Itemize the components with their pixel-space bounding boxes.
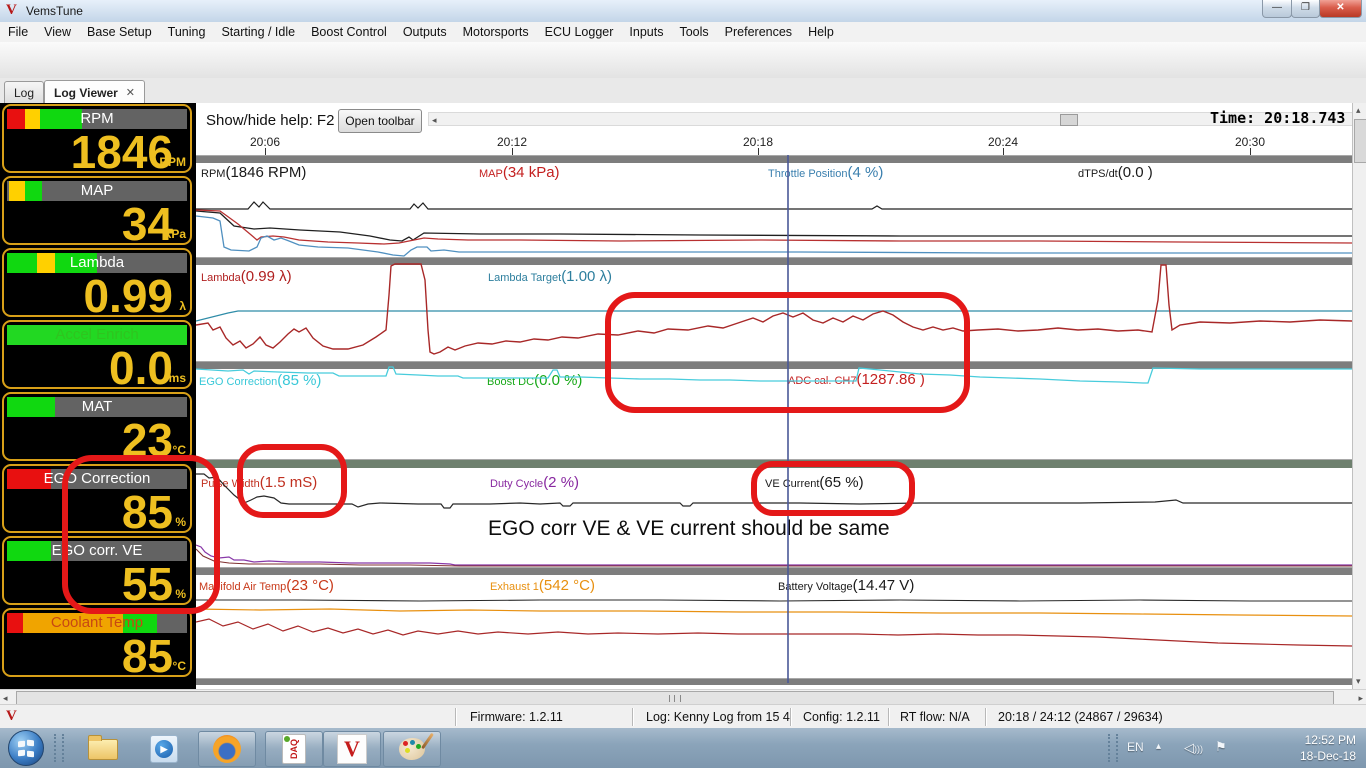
restore-button[interactable]: ❐ bbox=[1291, 0, 1320, 18]
taskbar: ▶ DAQ V EN ▴ ◁))) ⚑ 12:52 PM 18-Dec-18 bbox=[0, 728, 1366, 768]
red-annotation-gauges bbox=[62, 455, 220, 614]
menu-boost-control[interactable]: Boost Control bbox=[303, 25, 395, 39]
paint-icon bbox=[399, 732, 434, 760]
cursor-time-readout: Time: 20:18.743 bbox=[1210, 109, 1346, 127]
menu-bar: File View Base Setup Tuning Starting / I… bbox=[0, 22, 1366, 43]
title-bar: V VemsTune — ❐ ✕ bbox=[0, 0, 1366, 23]
gauge-rpm[interactable]: RPM 1846 RPM bbox=[2, 104, 192, 175]
red-annotation-adc bbox=[605, 292, 970, 413]
time-tick: 20:18 bbox=[742, 135, 774, 149]
minimize-button[interactable]: — bbox=[1262, 0, 1292, 18]
chart-horizontal-scrollbar[interactable]: ◂ ▸ bbox=[0, 689, 1366, 705]
clock-time: 12:52 PM bbox=[1304, 733, 1356, 747]
menu-help[interactable]: Help bbox=[800, 25, 842, 39]
time-tick: 20:24 bbox=[987, 135, 1019, 149]
slider-left-icon[interactable]: ◂ bbox=[432, 115, 437, 126]
taskbar-clock[interactable]: 12:52 PM 18-Dec-18 bbox=[1300, 732, 1356, 764]
gauge-map[interactable]: MAP 34 kPa bbox=[2, 176, 192, 247]
firefox-taskbar-button[interactable] bbox=[198, 731, 256, 767]
vemstune-window: V VemsTune — ❐ ✕ File View Base Setup Tu… bbox=[0, 0, 1366, 768]
menu-base-setup[interactable]: Base Setup bbox=[79, 25, 160, 39]
status-bar: V Firmware: 1.2.11 Log: Kenny Log from 1… bbox=[0, 704, 1366, 729]
tab-log-viewer[interactable]: Log Viewer ✕ bbox=[44, 80, 146, 104]
toolbar: ⟳ ⟳ ♨ VE 3D IGN 2D LA 2D ADC ALL ADC CUS… bbox=[0, 42, 1366, 115]
tab-log[interactable]: Log bbox=[4, 81, 45, 103]
trace-exhaust bbox=[196, 608, 1352, 617]
taskbar-grip[interactable] bbox=[54, 734, 64, 762]
menu-ecu-logger[interactable]: ECU Logger bbox=[537, 25, 622, 39]
red-annotation-ve-current bbox=[751, 461, 915, 516]
menu-starting-idle[interactable]: Starting / Idle bbox=[213, 25, 303, 39]
open-toolbar-button[interactable]: Open toolbar bbox=[338, 109, 422, 133]
media-player-icon[interactable]: ▶ bbox=[150, 735, 178, 763]
trace-dtps bbox=[196, 201, 1352, 210]
menu-file[interactable]: File bbox=[0, 25, 36, 39]
trace-duty-cycle bbox=[196, 544, 1352, 566]
hscroll-thumb[interactable] bbox=[16, 691, 1334, 705]
daq-icon: DAQ bbox=[282, 734, 306, 764]
trace-mat bbox=[196, 618, 1352, 647]
menu-inputs[interactable]: Inputs bbox=[621, 25, 671, 39]
trace-map bbox=[196, 209, 1352, 245]
time-tick: 20:30 bbox=[1234, 135, 1266, 149]
scroll-down-icon[interactable]: ▾ bbox=[1356, 676, 1361, 687]
daq-taskbar-button[interactable]: DAQ bbox=[265, 731, 323, 767]
chart-vertical-scrollbar[interactable]: ▴ ▾ bbox=[1352, 103, 1366, 689]
time-tick: 20:06 bbox=[249, 135, 281, 149]
status-log-name: Log: Kenny Log from 15 4 bbox=[646, 710, 790, 724]
status-firmware: Firmware: 1.2.11 bbox=[470, 710, 563, 724]
gauge-accel-enrich[interactable]: Accel Enrich 0.0 ms bbox=[2, 320, 192, 391]
tab-close-icon[interactable]: ✕ bbox=[126, 86, 135, 99]
menu-view[interactable]: View bbox=[36, 25, 79, 39]
gauge-coolant-temp[interactable]: Coolant Temp 85 °C bbox=[2, 608, 192, 679]
scroll-left-icon[interactable]: ◂ bbox=[3, 693, 8, 704]
log-traces bbox=[196, 155, 1352, 683]
tab-bar: Log Log Viewer ✕ bbox=[0, 78, 1366, 104]
menu-tools[interactable]: Tools bbox=[671, 25, 716, 39]
start-button[interactable] bbox=[8, 730, 44, 766]
language-indicator[interactable]: EN bbox=[1127, 740, 1144, 754]
trace-rpm bbox=[196, 210, 1352, 242]
menu-motorsports[interactable]: Motorsports bbox=[455, 25, 537, 39]
vemstune-logo-icon: V bbox=[6, 2, 17, 18]
explorer-icon[interactable] bbox=[88, 735, 118, 760]
trace-battery bbox=[196, 599, 1352, 602]
gauge-lambda[interactable]: Lambda 0.99 λ bbox=[2, 248, 192, 319]
action-center-flag-icon[interactable]: ⚑ bbox=[1215, 739, 1227, 755]
time-slider-thumb[interactable] bbox=[1060, 114, 1078, 126]
menu-outputs[interactable]: Outputs bbox=[395, 25, 455, 39]
vemstune-taskbar-button[interactable]: V bbox=[323, 731, 381, 767]
firefox-icon bbox=[213, 735, 241, 763]
help-hint: Show/hide help: F2 bbox=[206, 112, 335, 129]
status-log-position: 20:18 / 24:12 (24867 / 29634) bbox=[998, 710, 1163, 724]
paint-taskbar-button[interactable] bbox=[383, 731, 441, 767]
tray-grip[interactable] bbox=[1108, 734, 1118, 762]
vscroll-thumb[interactable] bbox=[1354, 119, 1366, 163]
close-button[interactable]: ✕ bbox=[1319, 0, 1362, 18]
vemstune-icon: V bbox=[337, 734, 367, 764]
clock-date: 18-Dec-18 bbox=[1299, 749, 1356, 763]
scroll-right-icon[interactable]: ▸ bbox=[1358, 693, 1363, 704]
status-rt-flow: RT flow: N/A bbox=[900, 710, 970, 724]
window-title: VemsTune bbox=[26, 4, 83, 18]
scroll-up-icon[interactable]: ▴ bbox=[1356, 105, 1361, 116]
gauge-mat[interactable]: MAT 23 °C bbox=[2, 392, 192, 463]
menu-tuning[interactable]: Tuning bbox=[160, 25, 214, 39]
tray-expand-icon[interactable]: ▴ bbox=[1156, 741, 1161, 752]
menu-preferences[interactable]: Preferences bbox=[717, 25, 800, 39]
vemstune-logo-icon: V bbox=[6, 708, 17, 724]
status-config: Config: 1.2.11 bbox=[803, 710, 880, 724]
red-annotation-pulse-width bbox=[237, 444, 347, 518]
volume-icon[interactable]: ◁))) bbox=[1184, 740, 1203, 756]
time-tick: 20:12 bbox=[496, 135, 528, 149]
